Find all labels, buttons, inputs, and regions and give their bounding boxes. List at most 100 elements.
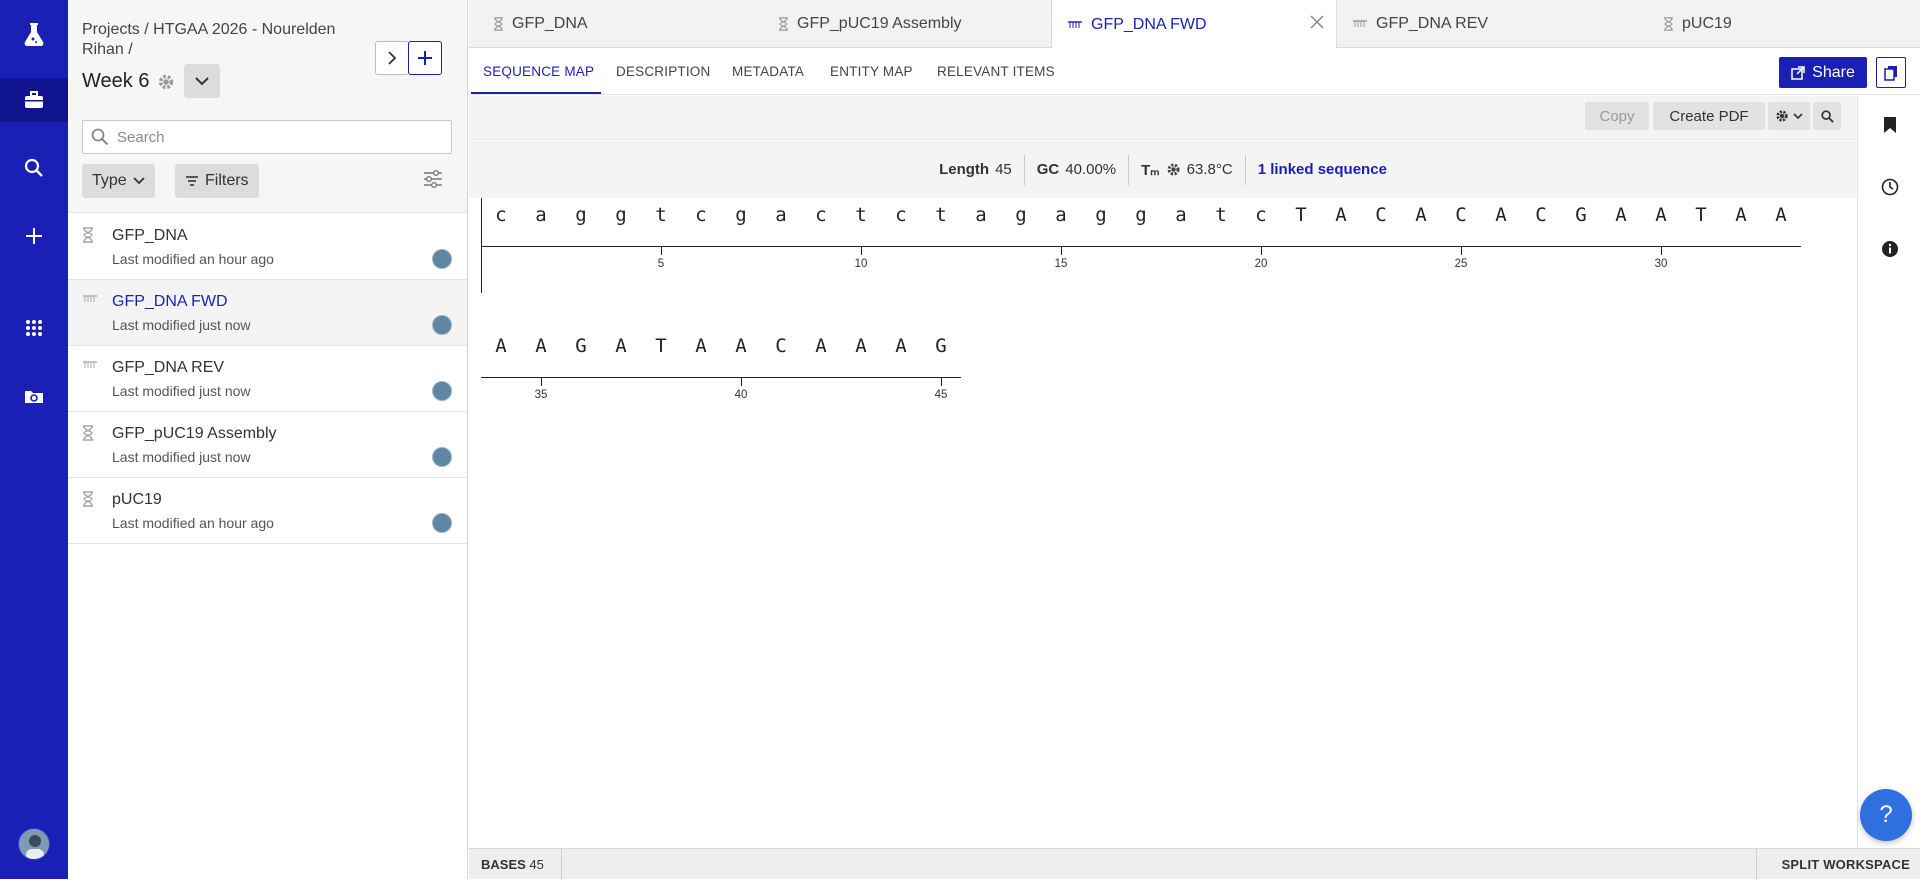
gear-icon[interactable] bbox=[1166, 162, 1181, 177]
plus-icon[interactable] bbox=[0, 214, 68, 258]
bases-label: BASES bbox=[481, 857, 526, 872]
base-letter: g bbox=[1095, 204, 1107, 226]
base-letter: C bbox=[1375, 204, 1387, 226]
tab-entity-map[interactable]: ENTITY MAP bbox=[830, 64, 913, 79]
sliders-icon[interactable] bbox=[423, 170, 443, 193]
base-letter: T bbox=[1695, 204, 1707, 226]
oligo-icon bbox=[83, 361, 97, 368]
list-item[interactable]: GFP_pUC19 Assembly Last modified just no… bbox=[68, 412, 467, 478]
tm-label: Tₘ bbox=[1141, 161, 1160, 179]
copy-button[interactable]: Copy bbox=[1585, 102, 1649, 130]
item-modified: Last modified just now bbox=[112, 383, 251, 399]
tab-gfp-dna-fwd[interactable]: GFP_DNA FWD bbox=[1051, 0, 1337, 49]
tab-gfp-puc19-assembly[interactable]: GFP_pUC19 Assembly bbox=[754, 0, 1040, 48]
type-filter-button[interactable]: Type bbox=[82, 164, 155, 198]
info-icon[interactable] bbox=[1858, 240, 1920, 258]
project-sidebar: Projects / HTGAA 2026 - Nourelden Rihan … bbox=[68, 0, 468, 879]
search-icon[interactable] bbox=[0, 146, 68, 190]
base-letter: c bbox=[815, 204, 827, 226]
ruler-axis bbox=[481, 246, 1801, 247]
length-stat: Length 45 bbox=[927, 154, 1025, 185]
tab-bar: GFP_DNA GFP_pUC19 Assembly GFP_DNA FWD G… bbox=[469, 0, 1920, 49]
status-divider bbox=[1756, 849, 1757, 880]
expand-panel-button[interactable] bbox=[375, 41, 409, 75]
sequence-map[interactable]: c a g g t c g a c t c t a g a g g a t c T A C A C A C G A A T A A A A G A T A… bbox=[469, 198, 1857, 848]
search-box bbox=[82, 120, 452, 154]
split-workspace-button[interactable]: SPLIT WORKSPACE bbox=[1782, 857, 1910, 872]
search-icon bbox=[91, 128, 109, 146]
oligo-icon bbox=[1353, 20, 1367, 27]
linked-sequences-label: 1 linked sequence bbox=[1257, 161, 1387, 178]
flask-logo-icon[interactable] bbox=[0, 12, 68, 56]
ruler-tick-label: 15 bbox=[1054, 258, 1068, 270]
base-letter: a bbox=[775, 204, 787, 226]
ruler-tick-label: 25 bbox=[1454, 258, 1468, 270]
list-item[interactable]: GFP_DNA FWD Last modified just now bbox=[68, 280, 467, 346]
ruler-tick bbox=[1261, 246, 1262, 255]
find-button[interactable] bbox=[1813, 102, 1841, 130]
workspace-dropdown-button[interactable] bbox=[184, 64, 220, 98]
item-modified: Last modified an hour ago bbox=[112, 251, 274, 267]
base-letter: G bbox=[575, 335, 587, 357]
bookmark-icon[interactable] bbox=[1858, 116, 1920, 134]
list-item[interactable]: GFP_DNA REV Last modified just now bbox=[68, 346, 467, 412]
gear-icon[interactable] bbox=[157, 73, 175, 91]
avatar bbox=[432, 513, 452, 533]
status-bar: BASES 45 SPLIT WORKSPACE bbox=[469, 848, 1920, 880]
create-pdf-button[interactable]: Create PDF bbox=[1653, 102, 1765, 130]
ruler-tick-label: 35 bbox=[534, 389, 548, 401]
briefcase-icon[interactable] bbox=[0, 78, 68, 122]
tab-gfp-dna-rev[interactable]: GFP_DNA REV bbox=[1337, 0, 1622, 48]
gc-stat: GC 40.00% bbox=[1025, 154, 1130, 185]
tab-puc19[interactable]: pUC19 bbox=[1639, 0, 1920, 48]
chevron-down-icon bbox=[195, 76, 209, 85]
base-letter: A bbox=[1415, 204, 1427, 226]
share-button[interactable]: Share bbox=[1779, 57, 1867, 88]
list-item[interactable]: GFP_DNA Last modified an hour ago bbox=[68, 214, 467, 280]
base-letter: T bbox=[1295, 204, 1307, 226]
ruler-tick bbox=[741, 377, 742, 386]
close-icon[interactable] bbox=[1310, 15, 1324, 29]
linked-sequences-link[interactable]: 1 linked sequence bbox=[1246, 155, 1399, 185]
user-avatar[interactable] bbox=[18, 828, 50, 860]
ruler-tick bbox=[1061, 246, 1062, 255]
ruler-tick bbox=[661, 246, 662, 255]
tm-value: 63.8°C bbox=[1186, 161, 1233, 178]
tab-label: GFP_pUC19 Assembly bbox=[797, 15, 962, 32]
breadcrumb[interactable]: Projects / HTGAA 2026 - Nourelden Rihan … bbox=[82, 20, 362, 60]
base-letter: c bbox=[1255, 204, 1267, 226]
add-item-button[interactable] bbox=[408, 41, 442, 75]
tab-sequence-map[interactable]: SEQUENCE MAP bbox=[483, 64, 594, 79]
base-letter: A bbox=[695, 335, 707, 357]
apps-grid-icon[interactable] bbox=[0, 306, 68, 350]
avatar bbox=[432, 249, 452, 269]
search-icon bbox=[1820, 109, 1834, 123]
history-clock-icon[interactable] bbox=[1858, 178, 1920, 196]
tab-gfp-dna[interactable]: GFP_DNA bbox=[469, 0, 754, 48]
duplicate-button[interactable] bbox=[1876, 57, 1906, 88]
folder-sync-icon[interactable] bbox=[0, 374, 68, 418]
filters-label: Filters bbox=[205, 172, 249, 189]
search-input[interactable] bbox=[117, 128, 437, 146]
list-item[interactable]: pUC19 Last modified an hour ago bbox=[68, 478, 467, 544]
ruler-tick bbox=[861, 246, 862, 255]
base-letter: a bbox=[535, 204, 547, 226]
right-tool-rail bbox=[1857, 96, 1920, 848]
base-letters: caggtcgactctagaggatcTACACACGAATAA bbox=[481, 204, 1801, 226]
base-letter: A bbox=[1495, 204, 1507, 226]
hourglass-icon bbox=[83, 425, 93, 441]
share-label: Share bbox=[1812, 63, 1855, 81]
base-letter: A bbox=[1615, 204, 1627, 226]
help-button[interactable]: ? bbox=[1860, 789, 1912, 841]
tab-relevant-items[interactable]: RELEVANT ITEMS bbox=[937, 64, 1055, 79]
base-letter: A bbox=[1735, 204, 1747, 226]
item-modified: Last modified an hour ago bbox=[112, 515, 274, 531]
tab-metadata[interactable]: METADATA bbox=[732, 64, 804, 79]
base-letter: G bbox=[1575, 204, 1587, 226]
filters-button[interactable]: Filters bbox=[175, 164, 259, 198]
sequence-toolbar: Copy Create PDF bbox=[469, 96, 1857, 140]
settings-dropdown-button[interactable] bbox=[1768, 102, 1810, 130]
plus-icon bbox=[418, 51, 432, 65]
base-letter: t bbox=[655, 204, 667, 226]
tab-description[interactable]: DESCRIPTION bbox=[616, 64, 710, 79]
